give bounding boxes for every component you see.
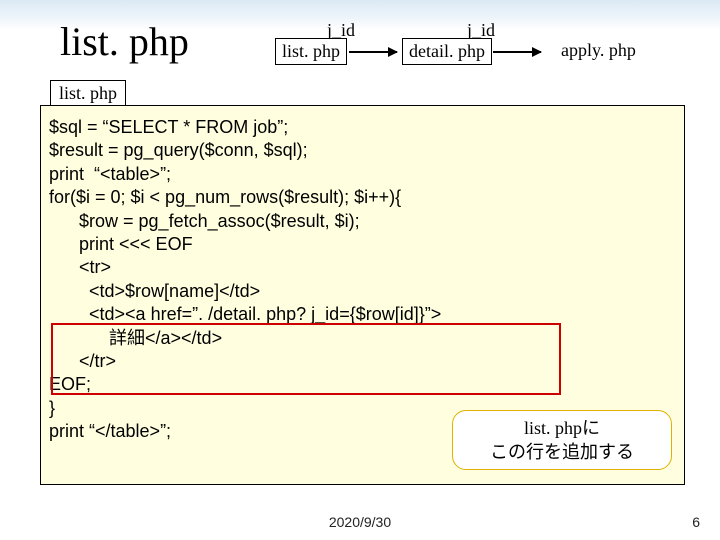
code-panel: $sql = “SELECT * FROM job”; $result = pg…	[40, 105, 685, 485]
arrow-2	[493, 51, 541, 53]
code-line: <td>$row[name]</td>	[49, 281, 260, 301]
code-line: print “</table>”;	[49, 421, 171, 441]
flow-diagram: j_id j_id list. php detail. php apply. p…	[275, 38, 695, 78]
flow-box-apply: apply. php	[555, 38, 642, 63]
code-line: print “<table>”;	[49, 164, 171, 184]
callout-bubble: list. phpに この行を追加する	[452, 410, 672, 470]
code-line: <td><a href=”. /detail. php? j_id={$row[…	[49, 304, 441, 324]
code-line: <tr>	[49, 257, 111, 277]
callout-text: list. phpに この行を追加する	[490, 416, 634, 465]
footer-page-number: 6	[692, 514, 700, 530]
code-tab-label: list. php	[50, 80, 126, 108]
footer-date: 2020/9/30	[329, 514, 391, 530]
flow-box-list: list. php	[275, 38, 347, 65]
arrow-1	[349, 51, 397, 53]
code-line: $row = pg_fetch_assoc($result, $i);	[49, 211, 360, 231]
code-block: $sql = “SELECT * FROM job”; $result = pg…	[49, 116, 676, 443]
slide-title: list. php	[60, 18, 189, 65]
code-line: print <<< EOF	[49, 234, 193, 254]
code-line: }	[49, 398, 55, 418]
code-line: for($i = 0; $i < pg_num_rows($result); $…	[49, 187, 401, 207]
code-line: </tr>	[49, 351, 116, 371]
code-line: $result = pg_query($conn, $sql);	[49, 140, 308, 160]
code-line: 詳細</a></td>	[49, 328, 222, 348]
flow-box-detail: detail. php	[402, 38, 492, 65]
code-line: EOF;	[49, 374, 91, 394]
code-line: $sql = “SELECT * FROM job”;	[49, 117, 288, 137]
